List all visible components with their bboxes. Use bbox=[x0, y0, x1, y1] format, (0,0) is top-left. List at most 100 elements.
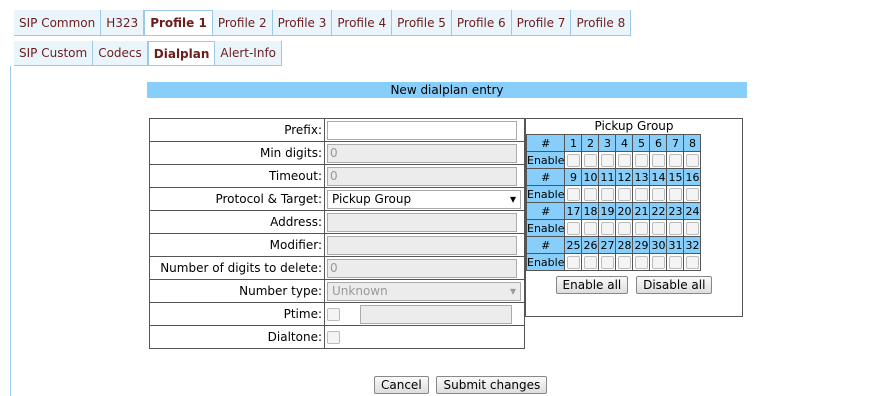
number-type-value: Unknown bbox=[332, 284, 388, 298]
group-enable-checkbox[interactable] bbox=[634, 221, 648, 235]
group-number: 19 bbox=[598, 202, 617, 220]
group-number: 4 bbox=[615, 134, 634, 152]
group-number: 32 bbox=[683, 236, 702, 254]
cancel-button[interactable]: Cancel bbox=[374, 376, 429, 394]
ptime-checkbox[interactable] bbox=[327, 307, 340, 321]
ptime-input[interactable] bbox=[360, 304, 512, 324]
group-hash-label: # bbox=[525, 168, 566, 186]
group-enable-checkbox[interactable] bbox=[583, 153, 597, 167]
group-number: 28 bbox=[615, 236, 634, 254]
prefix-input[interactable] bbox=[327, 120, 517, 140]
group-number: 2 bbox=[581, 134, 600, 152]
group-enable-checkbox[interactable] bbox=[583, 221, 597, 235]
group-enable-checkbox[interactable] bbox=[685, 255, 699, 269]
group-number: 22 bbox=[649, 202, 668, 220]
group-number: 27 bbox=[598, 236, 617, 254]
min-digits-input[interactable]: 0 bbox=[327, 143, 517, 163]
dialtone-checkbox[interactable] bbox=[327, 331, 340, 344]
group-enable-checkbox[interactable] bbox=[668, 221, 682, 235]
number-type-select[interactable]: Unknown ▾ bbox=[327, 281, 521, 301]
dialtone-label: Dialtone: bbox=[149, 325, 325, 349]
tab-dialplan[interactable]: Dialplan bbox=[147, 41, 216, 65]
group-enable-checkbox[interactable] bbox=[651, 153, 665, 167]
group-enable-checkbox[interactable] bbox=[685, 153, 699, 167]
prefix-label: Prefix: bbox=[149, 118, 325, 142]
enable-all-button[interactable]: Enable all bbox=[555, 276, 629, 294]
group-number: 12 bbox=[615, 168, 634, 186]
tab-profile-8[interactable]: Profile 8 bbox=[571, 10, 632, 35]
enable-label: Enable bbox=[525, 151, 566, 169]
group-enable-checkbox[interactable] bbox=[634, 187, 648, 201]
group-number: 14 bbox=[649, 168, 668, 186]
tab-profile-5[interactable]: Profile 5 bbox=[392, 10, 452, 35]
group-enable-checkbox[interactable] bbox=[600, 187, 614, 201]
enable-label: Enable bbox=[525, 219, 566, 237]
group-number: 20 bbox=[615, 202, 634, 220]
group-enable-checkbox[interactable] bbox=[617, 153, 631, 167]
group-enable-checkbox[interactable] bbox=[651, 221, 665, 235]
number-type-label: Number type: bbox=[149, 279, 325, 303]
timeout-label: Timeout: bbox=[149, 164, 325, 188]
protocol-value: Pickup Group bbox=[332, 192, 412, 206]
group-enable-checkbox[interactable] bbox=[566, 153, 580, 167]
section-header: New dialplan entry bbox=[147, 82, 747, 98]
group-enable-checkbox[interactable] bbox=[634, 255, 648, 269]
group-number: 31 bbox=[666, 236, 685, 254]
tab-profile-7[interactable]: Profile 7 bbox=[512, 10, 572, 35]
tab-alert-info[interactable]: Alert-Info bbox=[215, 41, 283, 65]
pickup-group-table: #1 2 3 4 5 6 7 8 Enable #9 10 11 12 13 14 15 16 Enable #17… bbox=[525, 134, 702, 271]
group-number: 21 bbox=[632, 202, 651, 220]
disable-all-button[interactable]: Disable all bbox=[636, 276, 713, 294]
group-enable-checkbox[interactable] bbox=[617, 255, 631, 269]
enable-label: Enable bbox=[525, 253, 566, 271]
tab-profile-6[interactable]: Profile 6 bbox=[452, 10, 512, 35]
group-number: 3 bbox=[598, 134, 617, 152]
group-enable-checkbox[interactable] bbox=[685, 221, 699, 235]
group-enable-checkbox[interactable] bbox=[583, 255, 597, 269]
modifier-input[interactable] bbox=[327, 235, 517, 255]
group-enable-checkbox[interactable] bbox=[685, 187, 699, 201]
group-number: 24 bbox=[683, 202, 702, 220]
protocol-select[interactable]: Pickup Group ▾ bbox=[327, 189, 521, 209]
chevron-down-icon: ▾ bbox=[509, 284, 516, 298]
pickup-group-title: Pickup Group bbox=[594, 119, 674, 133]
group-number: 26 bbox=[581, 236, 600, 254]
group-enable-checkbox[interactable] bbox=[600, 153, 614, 167]
tab-codecs[interactable]: Codecs bbox=[93, 41, 148, 65]
tab-profile-2[interactable]: Profile 2 bbox=[213, 10, 273, 35]
group-enable-checkbox[interactable] bbox=[600, 221, 614, 235]
group-enable-checkbox[interactable] bbox=[651, 187, 665, 201]
ptime-label: Ptime: bbox=[149, 302, 325, 326]
group-number: 7 bbox=[666, 134, 685, 152]
address-input[interactable] bbox=[327, 212, 517, 232]
tab-sip-custom[interactable]: SIP Custom bbox=[14, 41, 94, 65]
tab-profile-4[interactable]: Profile 4 bbox=[332, 10, 393, 35]
group-enable-checkbox[interactable] bbox=[600, 255, 614, 269]
group-enable-checkbox[interactable] bbox=[668, 153, 682, 167]
group-number: 30 bbox=[649, 236, 668, 254]
tab-profile-1[interactable]: Profile 1 bbox=[144, 10, 213, 35]
group-enable-checkbox[interactable] bbox=[651, 255, 665, 269]
group-enable-checkbox[interactable] bbox=[566, 221, 580, 235]
min-digits-label: Min digits: bbox=[149, 141, 325, 165]
group-enable-checkbox[interactable] bbox=[668, 255, 682, 269]
group-enable-checkbox[interactable] bbox=[617, 221, 631, 235]
submit-button[interactable]: Submit changes bbox=[436, 376, 548, 394]
group-enable-checkbox[interactable] bbox=[617, 187, 631, 201]
tab-profile-3[interactable]: Profile 3 bbox=[273, 10, 333, 35]
group-enable-checkbox[interactable] bbox=[634, 153, 648, 167]
modifier-label: Modifier: bbox=[149, 233, 325, 257]
address-label: Address: bbox=[149, 210, 325, 234]
digits-delete-input[interactable]: 0 bbox=[327, 258, 517, 278]
group-enable-checkbox[interactable] bbox=[566, 187, 580, 201]
tab-h323[interactable]: H323 bbox=[101, 10, 145, 35]
group-enable-checkbox[interactable] bbox=[583, 187, 597, 201]
group-enable-checkbox[interactable] bbox=[566, 255, 580, 269]
group-number: 13 bbox=[632, 168, 651, 186]
tab-sip-common[interactable]: SIP Common bbox=[14, 10, 102, 35]
timeout-input[interactable]: 0 bbox=[327, 166, 517, 186]
group-enable-checkbox[interactable] bbox=[668, 187, 682, 201]
group-number: 10 bbox=[581, 168, 600, 186]
group-hash-label: # bbox=[525, 236, 566, 254]
group-number: 23 bbox=[666, 202, 685, 220]
